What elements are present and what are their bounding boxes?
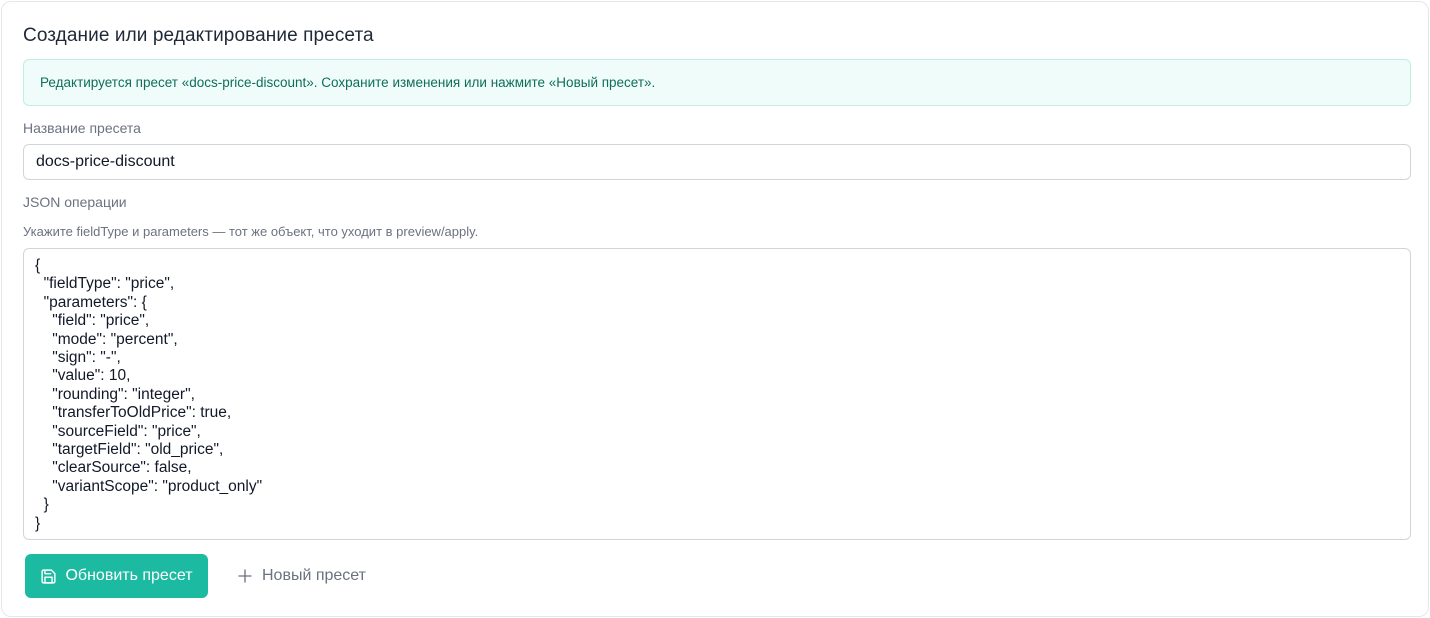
editing-notice: Редактируется пресет «docs-price-discoun… <box>23 59 1411 106</box>
editing-notice-text: Редактируется пресет «docs-price-discoun… <box>40 75 656 90</box>
preset-name-label: Название пресета <box>23 120 141 136</box>
update-preset-button[interactable]: Обновить пресет <box>25 554 208 598</box>
update-preset-label: Обновить пресет <box>65 567 193 584</box>
new-preset-label: Новый пресет <box>262 567 366 584</box>
json-hint: Укажите fieldType и parameters — тот же … <box>23 224 479 239</box>
preset-name-input[interactable] <box>23 144 1411 180</box>
plus-icon <box>236 567 254 585</box>
save-icon <box>40 568 57 585</box>
json-operation-label: JSON операции <box>23 194 127 210</box>
preset-editor-panel: Создание или редактирование пресета Реда… <box>1 1 1429 617</box>
new-preset-button[interactable]: Новый пресет <box>232 554 370 598</box>
json-operation-textarea[interactable]: { "fieldType": "price", "parameters": { … <box>23 248 1411 540</box>
panel-title: Создание или редактирование пресета <box>23 25 374 46</box>
